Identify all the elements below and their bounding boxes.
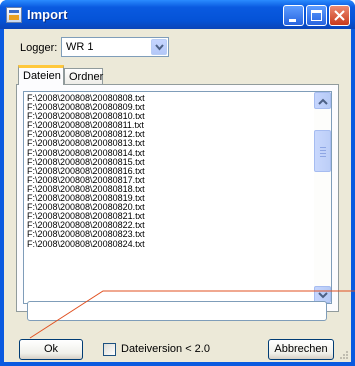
dateiversion-checkbox-label: Dateiversion < 2.0 (121, 343, 210, 355)
tab-dateien-label: Dateien (23, 70, 61, 82)
window-title: Import (27, 7, 68, 22)
file-list[interactable]: F:\2008\200808\20080808.txt F:\2008\2008… (23, 91, 332, 304)
logger-select[interactable]: WR 1 (61, 37, 169, 57)
title-bar[interactable]: Import (0, 0, 355, 29)
thumb-grip-line (320, 156, 326, 157)
tab-dateien[interactable]: Dateien (18, 65, 64, 85)
tab-page-dateien: F:\2008\200808\20080808.txt F:\2008\2008… (16, 84, 339, 312)
ok-button[interactable]: Ok (19, 339, 83, 360)
path-input[interactable] (27, 301, 327, 321)
tab-ordner[interactable]: Ordner (64, 68, 103, 85)
thumb-grip-line (320, 147, 326, 148)
logger-dropdown-button[interactable] (151, 39, 167, 55)
scroll-up-arrow-icon (318, 98, 328, 105)
close-icon (334, 10, 345, 21)
file-list-items: F:\2008\200808\20080808.txt F:\2008\2008… (24, 92, 331, 249)
cancel-button[interactable]: Abbrechen (268, 339, 334, 360)
file-list-scrollbar[interactable] (314, 92, 331, 303)
dialog-client-area: Logger: WR 1 Dateien Ordner F:\2008\2008… (4, 29, 351, 362)
maximize-icon (311, 10, 322, 21)
resize-grip-icon[interactable] (339, 350, 349, 360)
thumb-grip-line (320, 150, 326, 151)
import-dialog: Import Logger: WR 1 Dateien Ordner F:\20… (0, 0, 355, 366)
close-button[interactable] (329, 5, 350, 26)
scroll-down-arrow-icon (318, 292, 328, 299)
thumb-grip-line (320, 153, 326, 154)
file-list-item[interactable]: F:\2008\200808\20080824.txt (24, 239, 331, 249)
maximize-button[interactable] (306, 5, 327, 26)
import-window-icon (6, 7, 22, 23)
logger-label: Logger: (20, 42, 58, 54)
minimize-icon (289, 19, 296, 22)
scrollbar-thumb[interactable] (314, 130, 331, 172)
dateiversion-checkbox[interactable] (103, 343, 116, 356)
tab-ordner-label: Ordner (69, 71, 104, 83)
scroll-up-button[interactable] (314, 92, 331, 109)
minimize-button[interactable] (283, 5, 304, 26)
logger-selected-value: WR 1 (66, 41, 94, 53)
chevron-down-icon (155, 44, 164, 51)
